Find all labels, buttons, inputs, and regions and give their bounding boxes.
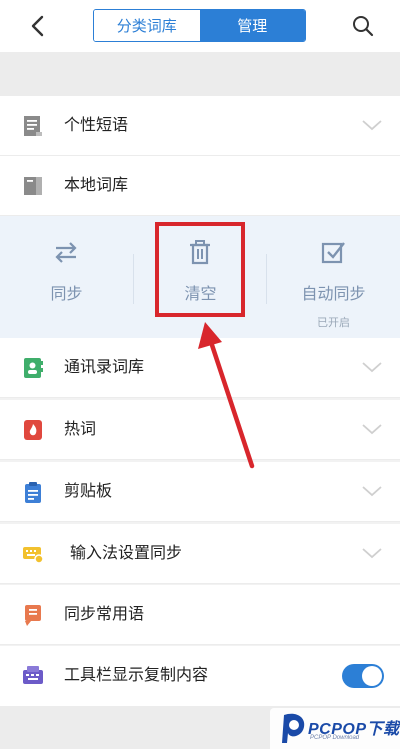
auto-sync-action[interactable]: 自动同步 已开启 [267, 216, 400, 338]
toolbar-copy-icon [23, 666, 43, 684]
keyboard-sync-icon [23, 547, 44, 564]
list-item-local-lexicon[interactable]: 本地词库 [0, 156, 400, 216]
list-item-label: 通讯录词库 [64, 359, 145, 376]
toggle-knob [362, 666, 382, 686]
auto-sync-status: 已开启 [317, 317, 350, 329]
list-item-label: 同步常用语 [64, 606, 145, 623]
list-item-label: 热词 [64, 421, 97, 438]
highlight-box [155, 222, 245, 317]
list-item-label: 本地词库 [64, 177, 129, 194]
checkbox-icon [321, 242, 345, 264]
flame-icon [24, 420, 42, 440]
contacts-book-icon [24, 358, 43, 378]
list-item-label: 工具栏显示复制内容 [64, 667, 209, 684]
sync-arrows-icon [55, 242, 77, 263]
list-item-clipboard[interactable]: 剪贴板 [0, 462, 400, 522]
list-item-custom-phrases[interactable]: 个性短语 [0, 96, 400, 156]
local-book-icon [24, 177, 42, 195]
sync-action[interactable]: 同步 [0, 216, 133, 338]
chevron-down-icon[interactable] [361, 360, 383, 374]
list-item-label: 剪贴板 [64, 483, 113, 500]
list-item-hot-words[interactable]: 热词 [0, 400, 400, 460]
section-gap [0, 52, 400, 96]
pcpop-logo [282, 713, 305, 743]
chevron-down-icon[interactable] [361, 422, 383, 436]
back-arrow-icon[interactable] [24, 12, 52, 40]
tab-category-lexicon[interactable]: 分类词库 [94, 10, 200, 41]
sync-label: 同步 [50, 286, 83, 303]
list-item-toolbar-copy: 工具栏显示复制内容 [0, 646, 400, 706]
list-item-label: 个性短语 [64, 117, 129, 134]
list-item-label: 输入法设置同步 [70, 545, 183, 562]
watermark-sub: PCPOP Download [310, 735, 360, 741]
phrases-icon [25, 605, 41, 626]
list-item-contacts-lexicon[interactable]: 通讯录词库 [0, 338, 400, 398]
list-item-ime-settings-sync[interactable]: 输入法设置同步 [0, 524, 400, 584]
auto-sync-label: 自动同步 [301, 286, 366, 303]
watermark: PCPOP下载 PCPOP Download [270, 708, 400, 749]
list-item-sync-phrases[interactable]: 同步常用语 [0, 585, 400, 645]
chevron-down-icon[interactable] [361, 546, 383, 560]
document-lines-icon [24, 116, 42, 136]
chevron-down-icon[interactable] [361, 484, 383, 498]
clipboard-icon [25, 482, 41, 503]
tab-manage[interactable]: 管理 [199, 10, 305, 41]
copy-content-toggle[interactable] [342, 664, 384, 688]
segmented-tabs: 分类词库 管理 [93, 9, 306, 42]
search-icon[interactable] [350, 13, 376, 39]
chevron-down-icon[interactable] [361, 118, 383, 132]
top-bar: 分类词库 管理 [0, 0, 400, 52]
